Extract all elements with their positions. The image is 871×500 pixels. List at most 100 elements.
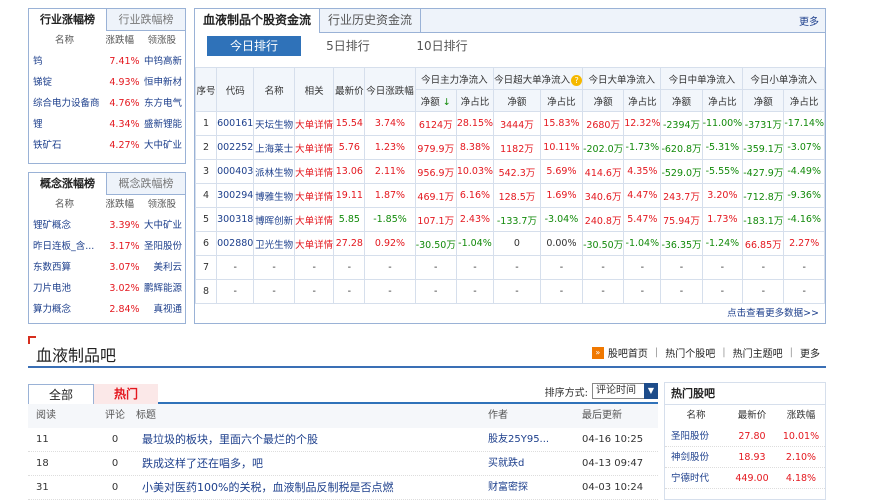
tab-10day-rank[interactable]: 10日排行 xyxy=(395,36,489,56)
cell-code[interactable]: 002880 xyxy=(216,231,255,256)
hot-stock-link[interactable]: 圣阳股份 xyxy=(665,426,727,446)
tab-5day-rank[interactable]: 5日排行 xyxy=(301,36,395,56)
th-main-pct[interactable]: 净占比 xyxy=(455,89,495,112)
leader-stock-link[interactable]: 圣阳股份 xyxy=(142,236,185,257)
sector-name-link[interactable]: 锂 xyxy=(29,114,100,135)
th-related: 相关 xyxy=(293,67,335,112)
sector-change: 7.41% xyxy=(109,56,140,67)
sector-name-link[interactable]: 算力概念 xyxy=(29,299,100,320)
cell-name[interactable]: 天坛生物 xyxy=(253,111,295,136)
cell-code[interactable]: 300294 xyxy=(216,183,255,208)
post-updated: 04-13 09:47 xyxy=(582,458,644,469)
th-super-amount[interactable]: 净额 xyxy=(493,89,541,112)
col-pct: 涨跌幅 xyxy=(105,199,135,210)
cell-detail-link[interactable]: 大单详情 xyxy=(293,159,335,184)
tab-industry-gainers[interactable]: 行业涨幅榜 xyxy=(29,9,107,31)
th-small-pct[interactable]: 净占比 xyxy=(783,89,825,112)
th-super-inflow-label: 今日超大单净流入 xyxy=(494,74,571,86)
leader-stock-link[interactable]: 恒申新材 xyxy=(142,72,185,93)
sector-name-link[interactable]: 东数西算 xyxy=(29,257,100,278)
help-icon[interactable]: ? xyxy=(571,74,583,86)
hot-stock-link[interactable]: 神剑股份 xyxy=(665,447,727,467)
th-no[interactable]: 序号 xyxy=(194,67,218,112)
sector-name-link[interactable]: 刀片电池 xyxy=(29,278,100,299)
cell-detail-link[interactable]: 大单详情 xyxy=(293,183,335,208)
cell-detail-link[interactable]: 大单详情 xyxy=(293,135,335,160)
leader-stock-link[interactable]: 中钨高新 xyxy=(142,51,185,72)
post-title-link[interactable]: 最垃圾的板块，里面六个最烂的个股 xyxy=(136,428,488,451)
hot-topic-bar-link[interactable]: 热门主题吧 xyxy=(733,345,783,360)
cell-detail-link: - xyxy=(293,279,335,304)
col-leader: 领涨股 xyxy=(147,35,177,46)
sector-name-link[interactable]: 铁矿石 xyxy=(29,135,100,156)
cell-s-pct: 0.00% xyxy=(539,231,584,256)
col-leader: 领涨股 xyxy=(147,199,177,210)
tab-today-rank[interactable]: 今日排行 xyxy=(207,36,301,56)
cell-no: 4 xyxy=(194,183,218,208)
list-item: 宁德时代 449.00 4.18% xyxy=(665,468,825,489)
leader-stock-link[interactable]: 大中矿业 xyxy=(142,215,185,236)
sector-name-link[interactable]: 昨日连板_含... xyxy=(29,236,100,257)
th-change[interactable]: 今日涨跌幅 xyxy=(364,67,416,112)
post-author-link[interactable]: 买就跌d xyxy=(488,452,582,475)
sector-name-link[interactable]: 综合电力设备商 xyxy=(29,93,100,114)
view-more-data-link[interactable]: 点击查看更多数据>> xyxy=(727,305,819,319)
cell-sm-amt: 66.85万 xyxy=(742,231,785,256)
cell-name[interactable]: 博晖创新 xyxy=(253,207,295,232)
cell-name[interactable]: 派林生物 xyxy=(253,159,295,184)
tab-stock-fund-flow[interactable]: 血液制品个股资金流 xyxy=(195,9,321,33)
th-large-amount[interactable]: 净额 xyxy=(582,89,625,112)
sector-name-link[interactable]: 锂矿概念 xyxy=(29,215,100,236)
cell-m-amt: 107.1万 xyxy=(414,207,457,232)
sector-name-link[interactable]: 锑锭 xyxy=(29,72,100,93)
bar-more-link[interactable]: 更多 xyxy=(800,345,820,360)
leader-stock-link[interactable]: 美利云 xyxy=(142,257,185,278)
th-price[interactable]: 最新价 xyxy=(333,67,366,112)
leader-stock-link[interactable]: 真视通 xyxy=(142,299,185,320)
dropdown-arrow-icon[interactable]: ▼ xyxy=(644,383,658,399)
th-name[interactable]: 名称 xyxy=(253,67,295,112)
tab-industry-losers[interactable]: 行业跌幅榜 xyxy=(107,9,185,30)
cell-code[interactable]: 002252 xyxy=(216,135,255,160)
tab-all-posts[interactable]: 全部 xyxy=(28,384,94,404)
th-code[interactable]: 代码 xyxy=(216,67,255,112)
leader-stock-link[interactable]: 盛新锂能 xyxy=(142,114,185,135)
post-title-link[interactable]: 小美对医药100%的关税，血液制品反制税是否点燃 xyxy=(136,476,488,499)
post-author-link[interactable]: 财富密探 xyxy=(488,476,582,499)
th-large-pct[interactable]: 净占比 xyxy=(623,89,662,112)
cell-code[interactable]: 000403 xyxy=(216,159,255,184)
sector-change: 3.39% xyxy=(109,220,140,231)
hot-stock-link[interactable]: 宁德时代 xyxy=(665,468,727,488)
cell-detail-link[interactable]: 大单详情 xyxy=(293,207,335,232)
cell-name[interactable]: 博雅生物 xyxy=(253,183,295,208)
sort-select[interactable]: 评论时间 ▼ xyxy=(592,383,658,399)
cell-code[interactable]: 600161 xyxy=(216,111,255,136)
th-medium-amount[interactable]: 净额 xyxy=(660,89,703,112)
tab-hot-posts[interactable]: 热门 xyxy=(94,384,158,404)
more-link[interactable]: 更多 xyxy=(799,13,819,28)
tab-concept-gainers[interactable]: 概念涨幅榜 xyxy=(29,173,107,195)
leader-stock-link[interactable]: 东方电气 xyxy=(142,93,185,114)
th-medium-pct[interactable]: 净占比 xyxy=(701,89,744,112)
bar-home-link[interactable]: 股吧首页 xyxy=(608,345,648,360)
th-super-pct[interactable]: 净占比 xyxy=(539,89,584,112)
sort-desc-icon: ↓ xyxy=(439,96,451,108)
leader-stock-link[interactable]: 鹏辉能源 xyxy=(142,278,185,299)
cell-detail-link[interactable]: 大单详情 xyxy=(293,231,335,256)
th-main-amount[interactable]: 净额 ↓ xyxy=(414,89,457,112)
tab-concept-losers[interactable]: 概念跌幅榜 xyxy=(107,173,185,194)
sector-name-link[interactable]: 钨 xyxy=(29,51,100,72)
cell-detail-link[interactable]: 大单详情 xyxy=(293,111,335,136)
cell-name[interactable]: 上海莱士 xyxy=(253,135,295,160)
post-author-link[interactable]: 股友25Y95... xyxy=(488,428,582,451)
cell-s-pct: 10.11% xyxy=(539,135,584,160)
leader-stock-link[interactable]: 大中矿业 xyxy=(142,135,185,156)
tab-history-fund-flow[interactable]: 行业历史资金流 xyxy=(320,9,422,32)
cell-name[interactable]: 卫光生物 xyxy=(253,231,295,256)
cell-code[interactable]: 300318 xyxy=(216,207,255,232)
list-item: 铁矿石 4.27% 大中矿业 xyxy=(29,135,185,156)
th-small-amount[interactable]: 净额 xyxy=(742,89,785,112)
hot-stock-bar-link[interactable]: 热门个股吧 xyxy=(665,345,715,360)
cell-m-amt: - xyxy=(414,255,457,280)
post-title-link[interactable]: 跌成这样了还在唱多，吧 xyxy=(136,452,488,475)
